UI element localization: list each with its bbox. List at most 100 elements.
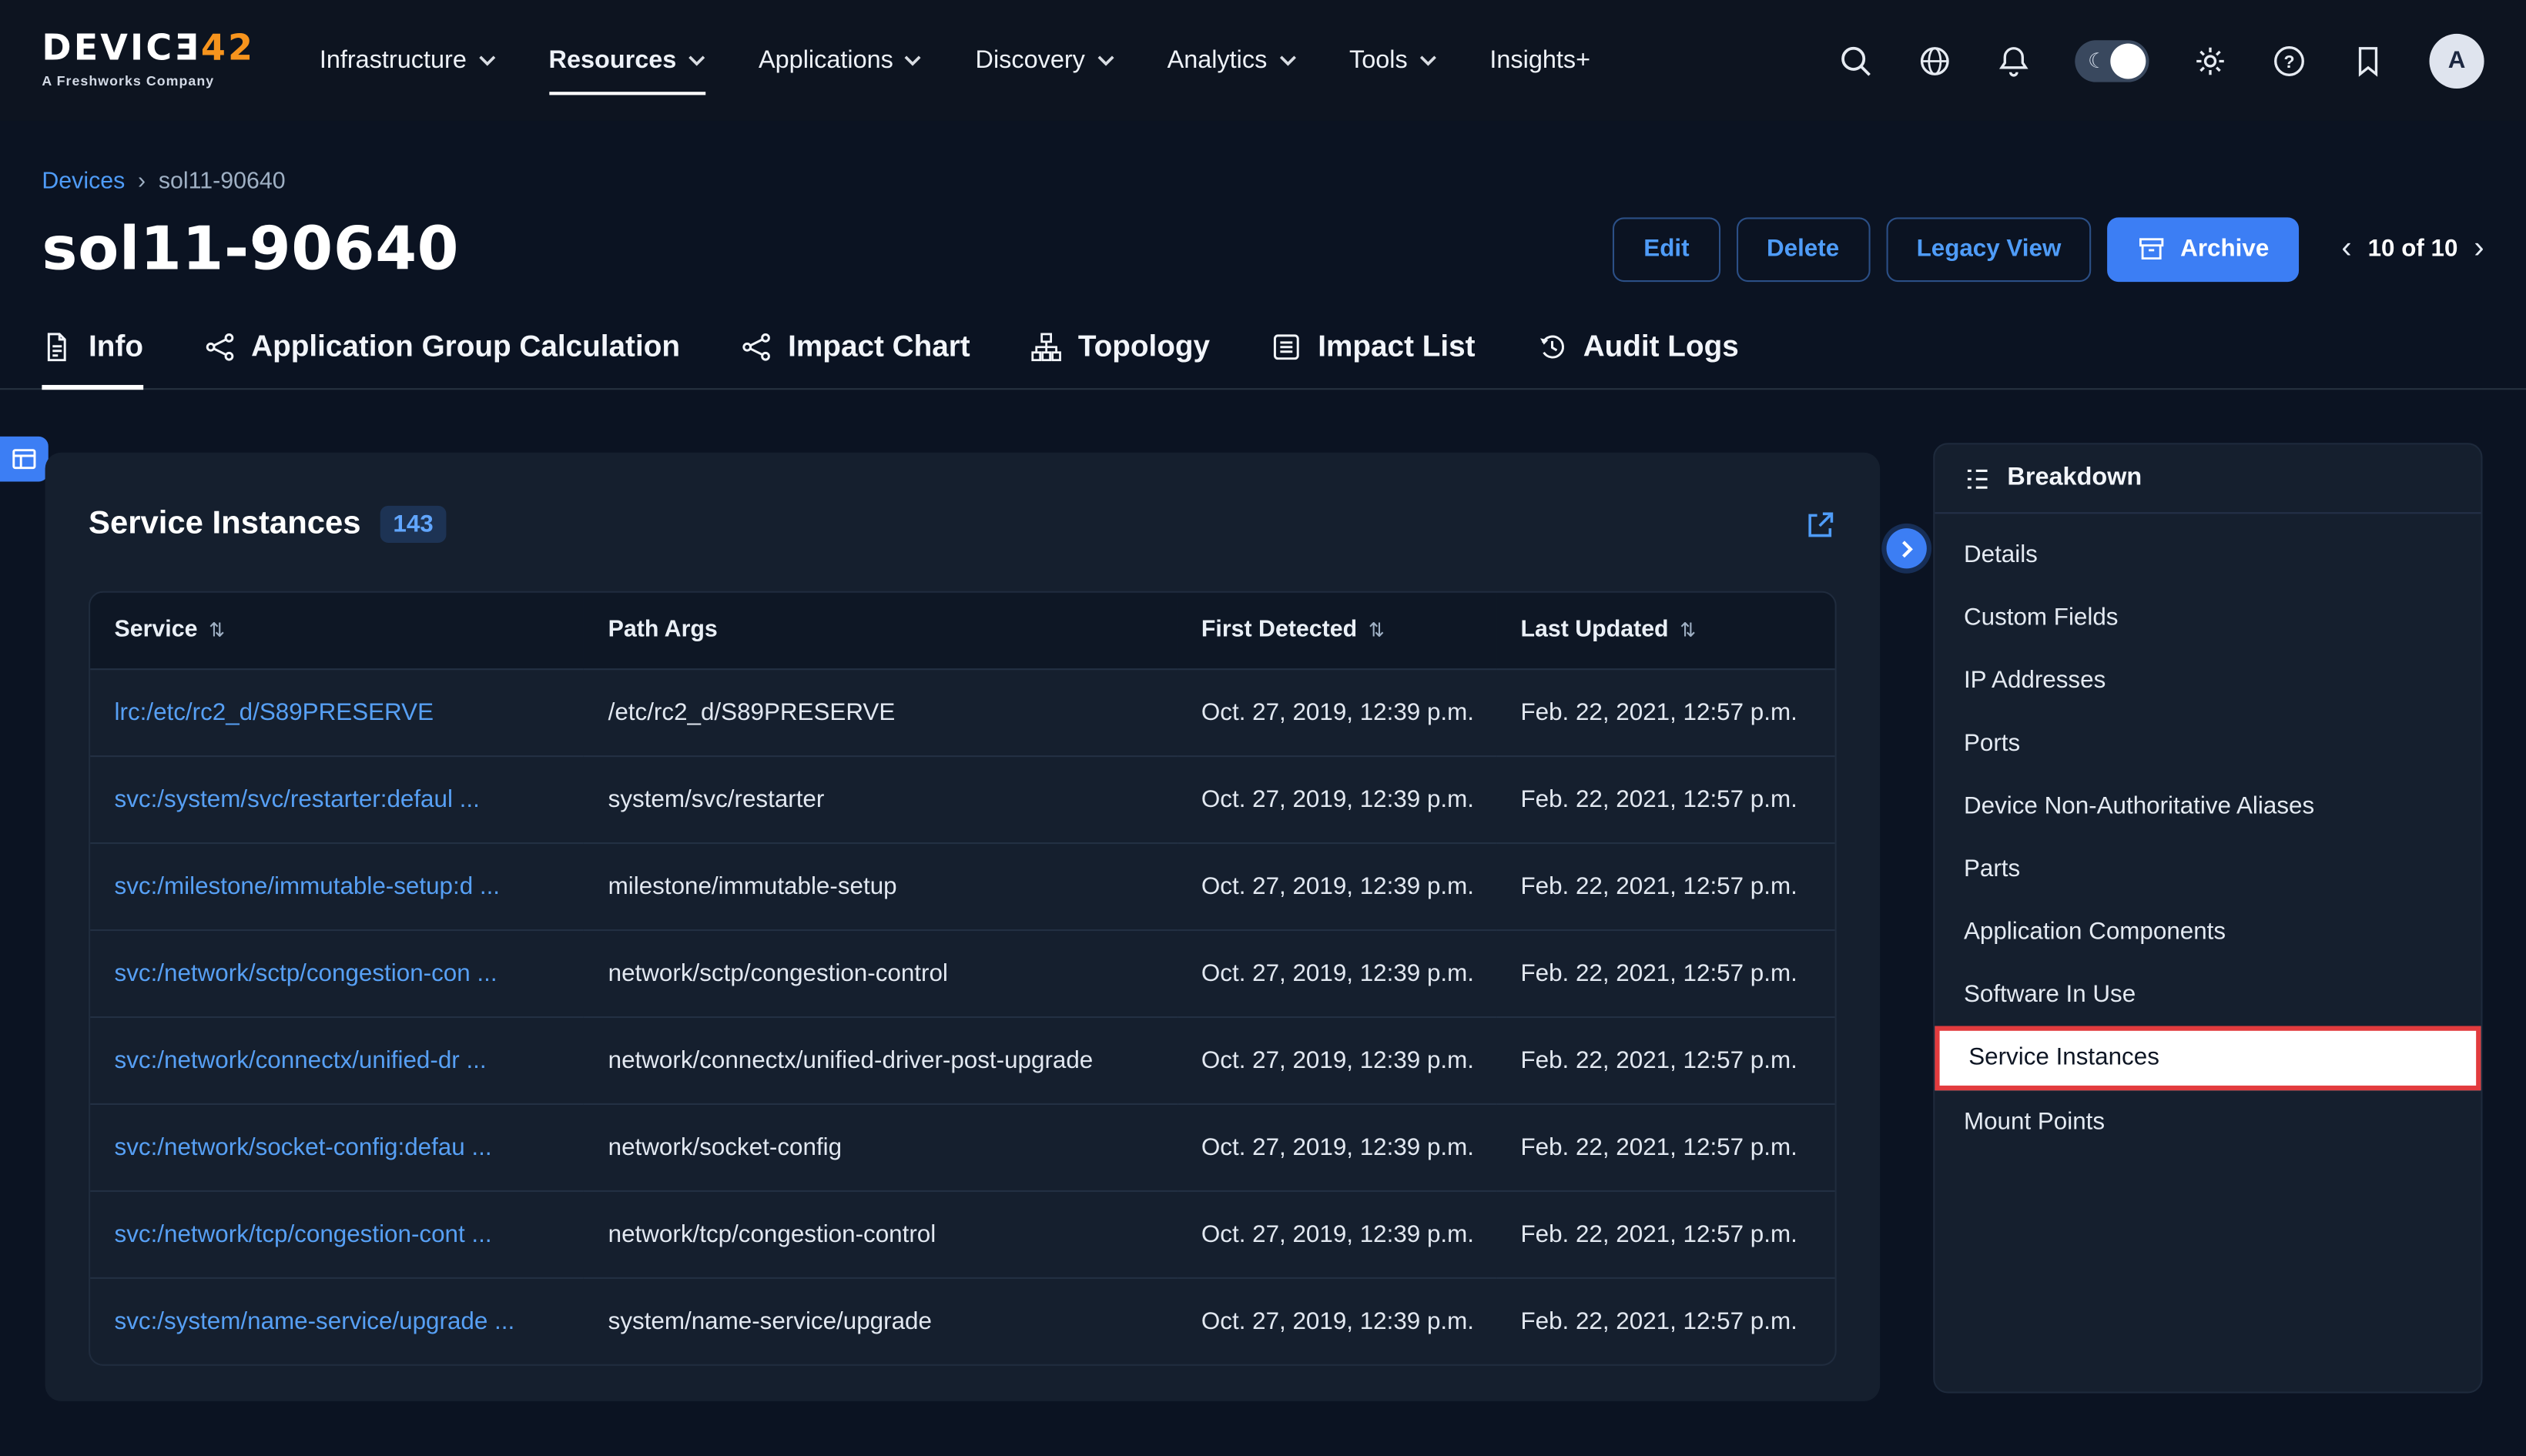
nav-item-tools[interactable]: Tools: [1349, 33, 1436, 88]
list-box-icon: [1271, 331, 1302, 362]
nav-item-insights[interactable]: Insights+: [1489, 33, 1590, 88]
archive-icon: [2139, 235, 2166, 263]
tab-topology[interactable]: Topology: [1031, 329, 1210, 388]
globe-icon[interactable]: [1917, 42, 1952, 78]
first-detected-cell: Oct. 27, 2019, 12:39 p.m.: [1178, 1190, 1497, 1277]
first-detected-cell: Oct. 27, 2019, 12:39 p.m.: [1178, 1016, 1497, 1103]
sitemap-icon: [1031, 331, 1062, 362]
last-updated-cell: Feb. 22, 2021, 12:57 p.m.: [1496, 1016, 1835, 1103]
service-link[interactable]: svc:/milestone/immutable-setup:d ...: [90, 842, 584, 929]
settings-gear-icon[interactable]: [2193, 42, 2228, 78]
chevron-down-icon: [1097, 55, 1114, 66]
next-record-icon[interactable]: [2474, 233, 2484, 264]
prev-record-icon[interactable]: [2341, 233, 2351, 264]
edit-button[interactable]: Edit: [1613, 216, 1720, 281]
card-header: Service Instances 143: [89, 453, 1837, 543]
breakdown-item[interactable]: Software In Use: [1935, 963, 2481, 1026]
history-icon: [1536, 331, 1567, 362]
breakdown-item[interactable]: Parts: [1935, 838, 2481, 901]
breakdown-item[interactable]: Device Non-Authoritative Aliases: [1935, 775, 2481, 838]
breakdown-item[interactable]: Ports: [1935, 712, 2481, 775]
table-row: lrc:/etc/rc2_d/S89PRESERVE /etc/rc2_d/S8…: [90, 668, 1834, 755]
last-updated-cell: Feb. 22, 2021, 12:57 p.m.: [1496, 929, 1835, 1016]
tab-info[interactable]: Info: [42, 329, 143, 388]
breadcrumb-separator: ›: [138, 169, 146, 195]
breakdown-item[interactable]: Details: [1935, 524, 2481, 587]
navbar-utilities: ? A: [1838, 33, 2484, 88]
logo-brand: DEVICƎ: [42, 29, 200, 69]
tab-impact-list[interactable]: Impact List: [1271, 329, 1476, 388]
archive-label: Archive: [2180, 235, 2269, 263]
path-args-cell: system/svc/restarter: [584, 755, 1177, 842]
left-panel-toggle[interactable]: [0, 437, 49, 482]
dark-mode-toggle[interactable]: [2075, 39, 2149, 81]
tab-impact-chart[interactable]: Impact Chart: [741, 329, 970, 388]
chevron-down-icon: [477, 55, 495, 66]
breakdown-item[interactable]: Service Instances: [1935, 1026, 2481, 1091]
breakdown-item[interactable]: IP Addresses: [1935, 649, 2481, 712]
title-row: sol11-90640 Edit Delete Legacy View Arch…: [42, 214, 2484, 283]
service-link[interactable]: svc:/network/connectx/unified-dr ...: [90, 1016, 584, 1103]
tab-application-group-calculation[interactable]: Application Group Calculation: [204, 329, 680, 388]
breakdown-collapse-button[interactable]: [1887, 528, 1927, 568]
external-link-icon[interactable]: [1804, 508, 1837, 541]
service-link[interactable]: lrc:/etc/rc2_d/S89PRESERVE: [90, 668, 584, 755]
count-badge: 143: [380, 506, 447, 543]
breakdown-item[interactable]: Custom Fields: [1935, 586, 2481, 649]
top-navbar: DEVICƎ42 A Freshworks Company Infrastruc…: [0, 0, 2526, 121]
device42-app: DEVICƎ42 A Freshworks Company Infrastruc…: [0, 0, 2526, 1456]
logo-subtitle: A Freshworks Company: [42, 72, 255, 89]
record-pagination: 10 of 10: [2341, 233, 2484, 264]
main-nav: Infrastructure Resources Applications Di…: [320, 33, 1590, 88]
archive-button[interactable]: Archive: [2108, 216, 2300, 281]
service-link[interactable]: svc:/network/tcp/congestion-cont ...: [90, 1190, 584, 1277]
first-detected-cell: Oct. 27, 2019, 12:39 p.m.: [1178, 929, 1497, 1016]
nav-label: Discovery: [976, 46, 1085, 75]
last-updated-cell: Feb. 22, 2021, 12:57 p.m.: [1496, 1190, 1835, 1277]
table-row: svc:/network/socket-config:defau ... net…: [90, 1103, 1834, 1190]
last-updated-cell: Feb. 22, 2021, 12:57 p.m.: [1496, 842, 1835, 929]
column-header-path-args: Path Args: [584, 593, 1177, 668]
nav-item-infrastructure[interactable]: Infrastructure: [320, 33, 496, 88]
device-tabs: Info Application Group Calculation Impac…: [0, 329, 2526, 390]
content-area: Service Instances 143 Service Path Args …: [0, 390, 2526, 1446]
notifications-bell-icon[interactable]: [1996, 42, 2032, 78]
tab-audit-logs[interactable]: Audit Logs: [1536, 329, 1739, 388]
service-link[interactable]: svc:/system/name-service/upgrade ...: [90, 1277, 584, 1364]
legacy-view-button[interactable]: Legacy View: [1886, 216, 2092, 281]
nav-item-analytics[interactable]: Analytics: [1168, 33, 1296, 88]
page-header: Devices › sol11-90640 sol11-90640 Edit D…: [0, 121, 2526, 283]
table-row: svc:/network/connectx/unified-dr ... net…: [90, 1016, 1834, 1103]
service-link[interactable]: svc:/system/svc/restarter:defaul ...: [90, 755, 584, 842]
nav-label: Infrastructure: [320, 46, 467, 75]
path-args-cell: network/connectx/unified-driver-post-upg…: [584, 1016, 1177, 1103]
nav-label: Tools: [1349, 46, 1408, 75]
nav-item-resources[interactable]: Resources: [549, 33, 705, 88]
share-nodes-icon: [204, 331, 235, 362]
bookmark-icon[interactable]: [2350, 42, 2386, 78]
breakdown-item[interactable]: Mount Points: [1935, 1090, 2481, 1153]
nav-label: Analytics: [1168, 46, 1268, 75]
path-args-cell: system/name-service/upgrade: [584, 1277, 1177, 1364]
first-detected-cell: Oct. 27, 2019, 12:39 p.m.: [1178, 1103, 1497, 1190]
device42-logo[interactable]: DEVICƎ42 A Freshworks Company: [42, 32, 255, 89]
column-header-service[interactable]: Service: [90, 593, 584, 668]
tab-label: Application Group Calculation: [251, 329, 680, 364]
last-updated-cell: Feb. 22, 2021, 12:57 p.m.: [1496, 755, 1835, 842]
user-avatar[interactable]: A: [2429, 33, 2484, 88]
nav-label: Insights+: [1489, 46, 1590, 75]
breadcrumb-devices-link[interactable]: Devices: [42, 169, 125, 195]
help-icon[interactable]: ?: [2271, 42, 2307, 78]
breakdown-item[interactable]: Application Components: [1935, 900, 2481, 963]
toggle-knob: [2110, 42, 2146, 78]
delete-button[interactable]: Delete: [1736, 216, 1870, 281]
service-link[interactable]: svc:/network/socket-config:defau ...: [90, 1103, 584, 1190]
breadcrumb: Devices › sol11-90640: [42, 169, 2484, 195]
first-detected-cell: Oct. 27, 2019, 12:39 p.m.: [1178, 668, 1497, 755]
search-icon[interactable]: [1838, 42, 1874, 78]
column-header-first-detected[interactable]: First Detected: [1178, 593, 1497, 668]
service-link[interactable]: svc:/network/sctp/congestion-con ...: [90, 929, 584, 1016]
nav-item-applications[interactable]: Applications: [759, 33, 922, 88]
column-header-last-updated[interactable]: Last Updated: [1496, 593, 1835, 668]
nav-item-discovery[interactable]: Discovery: [976, 33, 1114, 88]
